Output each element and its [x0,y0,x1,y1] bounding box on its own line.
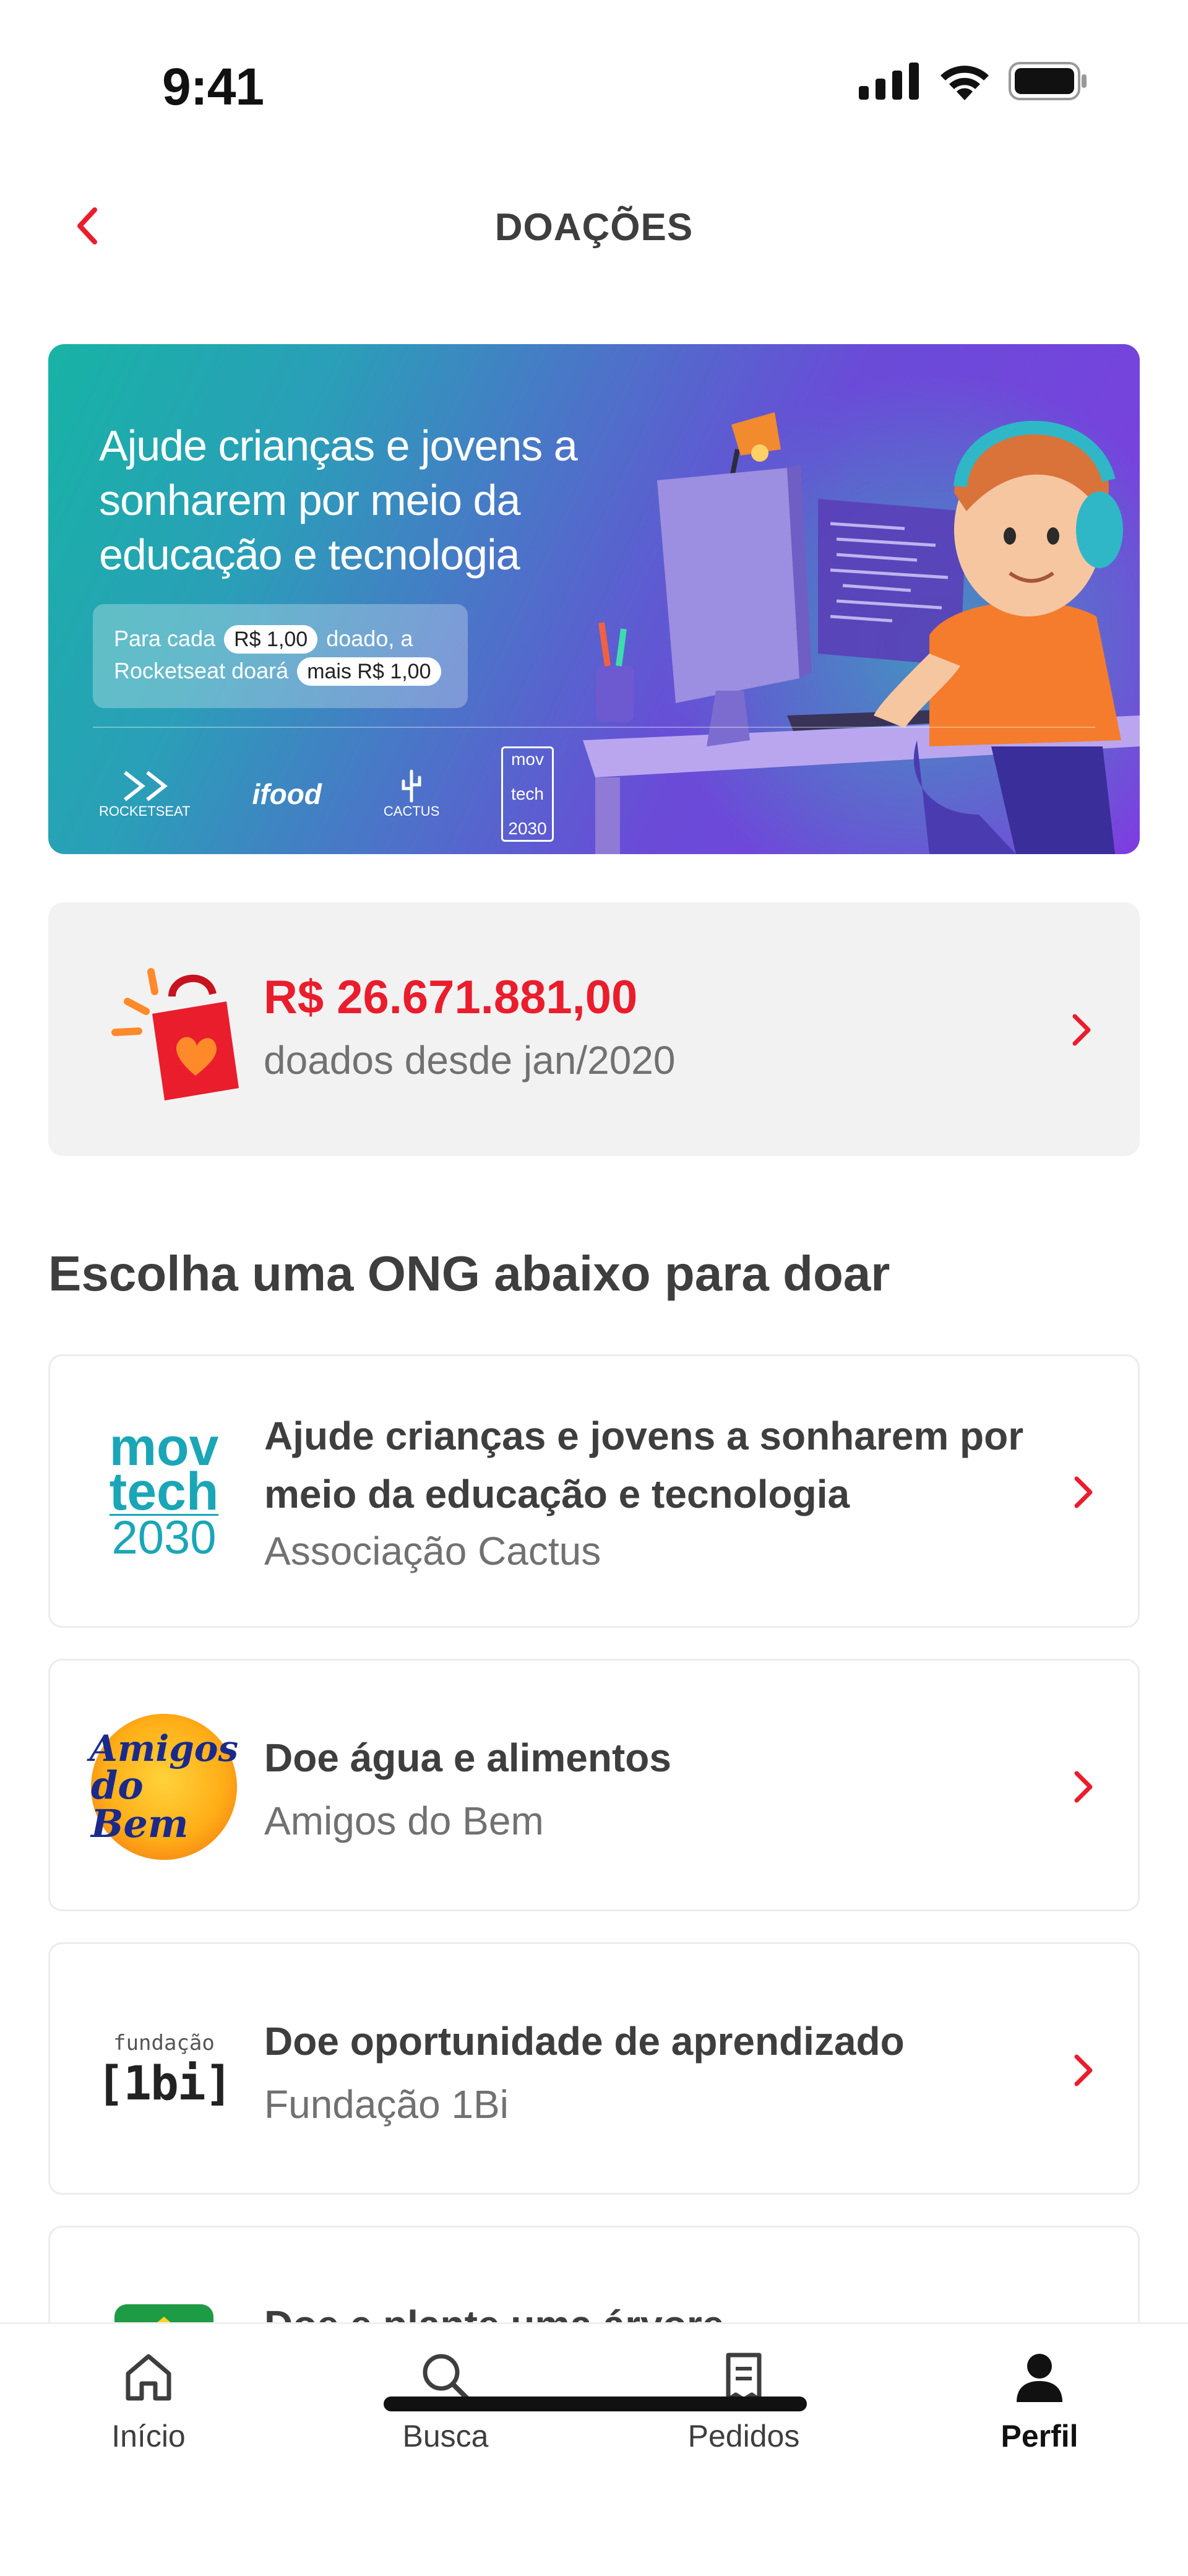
tab-label: Início [111,2419,186,2453]
shopping-bag-heart-icon [111,968,239,1100]
ong-title: Doe água e alimentos [264,1735,671,1780]
ong-title: Doe oportunidade de aprendizado [264,2019,905,2064]
ong-organization: Fundação 1Bi [264,2082,509,2127]
banner-match-info: Para cada R$ 1,00 doado, a Rocketseat do… [93,604,468,708]
donated-since: doados desde jan/2020 [264,1038,676,1083]
tab-perfil[interactable]: Perfil [947,2343,1132,2454]
amigos-do-bem-emblem: Amigos do Bem [89,1714,239,1860]
movtech-mini-l2: tech [511,784,544,803]
battery-icon [1009,62,1087,100]
wifi-icon [940,66,989,100]
cactus-icon [402,769,421,803]
status-time: 9:41 [162,58,264,116]
fundacao-1bi-logo: fundação [1bi] [90,1996,238,2145]
partner-logos: ROCKETSEAT ifood CACTUS mov tech 2030 [99,746,554,842]
user-icon [1005,2343,1074,2411]
cactus-logo: CACTUS [384,769,439,819]
amigos-do-bem-logo: Amigos do Bem [90,1713,238,1861]
movtech-logo-text: mov tech 2030 [109,1420,219,1561]
banner-text: Para cada [114,626,216,651]
status-icons [859,62,1089,100]
banner-pill: mais R$ 1,00 [297,657,441,686]
tab-label: Pedidos [687,2419,800,2453]
tab-label: Perfil [1001,2419,1078,2453]
cactus-label: CACTUS [383,803,440,819]
movtech-l3: 2030 [109,1513,219,1561]
ifood-logo: ifood [252,778,322,810]
movtech-mini-logo: mov tech 2030 [501,746,554,842]
tab-inicio[interactable]: Início [56,2343,241,2454]
home-indicator[interactable] [384,2397,807,2411]
chevron-right-icon [1065,1768,1102,1805]
ong-card-associacao-cactus[interactable]: mov tech 2030 Ajude crianças e jovens a … [48,1354,1140,1628]
signal-icon [859,63,919,100]
donations-summary-card[interactable]: R$ 26.671.881,00 doados desde jan/2020 [48,902,1140,1156]
fundacao-l1: fundação [113,2030,215,2055]
chevron-right-icon [1065,2052,1102,2089]
section-title: Escolha uma ONG abaixo para doar [48,1246,890,1301]
ong-title: Ajude crianças e jovens a sonharem por m… [264,1414,1024,1516]
ong-card-fundacao-1bi[interactable]: fundação [1bi] Doe oportunidade de apren… [48,1942,1140,2195]
home-icon [114,2343,183,2411]
tab-label: Busca [402,2419,489,2453]
ong-organization: Associação Cactus [264,1529,601,1573]
rocketseat-logo: ROCKETSEAT [99,769,191,819]
amigos-l2: do Bem [91,1763,189,1846]
banner-title: Ajude crianças e jovens a sonharem por m… [99,421,578,579]
donated-amount: R$ 26.671.881,00 [264,971,638,1024]
ong-organization: Amigos do Bem [264,1799,544,1843]
chevron-right-icon [1063,1011,1100,1048]
bottom-tab-bar: Início Busca Pedidos Perfil [0,2322,1188,2576]
fundacao-1bi-logo-text: fundação [1bi] [96,2030,233,2111]
status-bar: 9:41 [0,0,1188,142]
banner-divider [93,727,1095,728]
movtech-logo: mov tech 2030 [90,1418,238,1567]
rocketseat-label: ROCKETSEAT [99,803,191,819]
ong-card-amigos-do-bem[interactable]: Amigos do Bem Doe água e alimentos Amigo… [48,1659,1140,1911]
amigos-l1: Amigos [89,1727,239,1770]
rocketseat-icon [123,771,168,802]
banner-pill: R$ 1,00 [224,625,318,654]
developer-illustration [583,412,1140,854]
movtech-mini-l3: 2030 [508,819,547,838]
chevron-right-icon [1065,1474,1102,1511]
banner-text: Rocketseat doará [114,658,289,683]
page-title: DOAÇÕES [494,206,694,249]
movtech-l2: tech [109,1461,219,1521]
fundacao-l2: [1bi] [96,2055,233,2111]
promo-banner[interactable]: Ajude crianças e jovens a sonharem por m… [48,344,1140,854]
movtech-mini-l1: mov [511,750,544,769]
header: DOAÇÕES [0,186,1188,272]
banner-text: doado, a [326,626,413,651]
